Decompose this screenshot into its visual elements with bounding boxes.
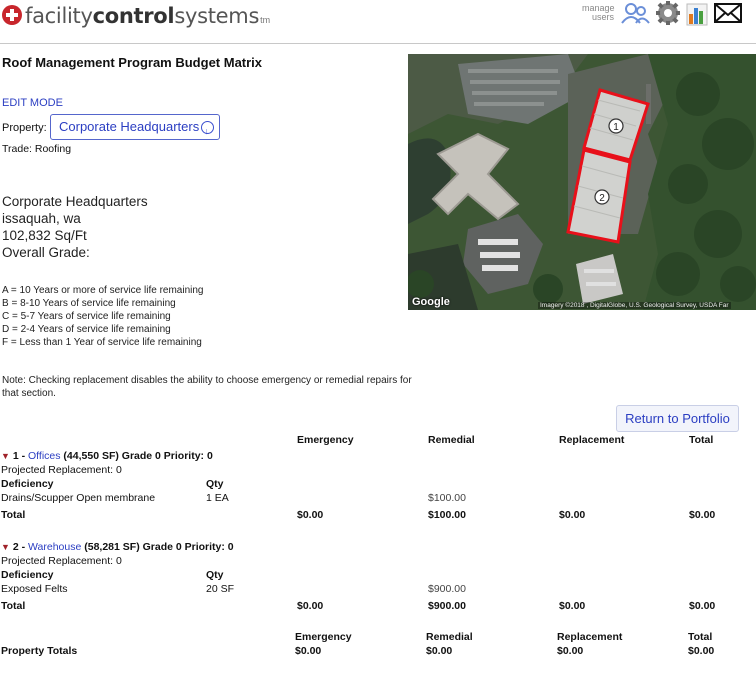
section-marker-1[interactable] bbox=[608, 118, 624, 134]
settings-gear-icon[interactable] bbox=[656, 1, 680, 25]
remedial-cost: $100.00 bbox=[428, 492, 466, 504]
total-replacement: $0.00 bbox=[559, 600, 586, 612]
grade-legend-item: C = 5-7 Years of service life remaining bbox=[2, 311, 171, 322]
trade-label: Trade: Roofing bbox=[2, 143, 72, 155]
collapse-triangle-icon[interactable]: ▼ bbox=[1, 451, 10, 461]
col-header-remedial: Remedial bbox=[428, 434, 475, 446]
qty-header: Qty bbox=[206, 569, 224, 581]
total-remedial: $900.00 bbox=[428, 600, 466, 612]
section-total-label: Total bbox=[1, 509, 26, 521]
col-header-replacement: Replacement bbox=[559, 434, 625, 446]
page-title: Roof Management Program Budget Matrix bbox=[2, 55, 263, 70]
logo-text: facilitycontrolsystems bbox=[25, 4, 260, 28]
deficiency-name: Drains/Scupper Open membrane bbox=[1, 492, 156, 504]
app-header: facilitycontrolsystems tm manage users bbox=[0, 0, 756, 44]
property-totals-header-emergency: Emergency bbox=[295, 631, 352, 643]
qty-header: Qty bbox=[206, 478, 224, 490]
grade-legend-item: F = Less than 1 Year of service life rem… bbox=[2, 337, 202, 348]
fcs-logo[interactable]: facilitycontrolsystems tm bbox=[2, 3, 270, 28]
total-emergency: $0.00 bbox=[297, 600, 324, 612]
section-marker-2[interactable] bbox=[594, 189, 610, 205]
collapse-triangle-icon[interactable]: ▼ bbox=[1, 542, 10, 552]
deficiency-name: Exposed Felts bbox=[1, 583, 68, 595]
col-header-emergency: Emergency bbox=[297, 434, 354, 446]
property-total-replacement: $0.00 bbox=[557, 645, 584, 657]
grade-legend-item: D = 2-4 Years of service life remaining bbox=[2, 324, 171, 335]
total-remedial: $100.00 bbox=[428, 509, 466, 521]
section-link-offices[interactable]: Offices bbox=[28, 450, 60, 462]
manage-users-icon[interactable] bbox=[620, 1, 650, 25]
property-location: issaquah, wa bbox=[2, 211, 81, 226]
header-icons: manage users bbox=[582, 0, 742, 26]
grade-legend: A = 10 Years or more of service life rem… bbox=[2, 284, 204, 349]
map-attribution: Imagery ©2018 , DigitalGlobe, U.S. Geolo… bbox=[538, 302, 731, 309]
property-select-value: Corporate Headquarters bbox=[59, 119, 200, 134]
grade-legend-item: A = 10 Years or more of service life rem… bbox=[2, 285, 204, 296]
dropdown-arrow-icon bbox=[201, 119, 214, 143]
reports-chart-icon[interactable] bbox=[686, 0, 708, 26]
total-emergency: $0.00 bbox=[297, 509, 324, 521]
col-header-total: Total bbox=[689, 434, 714, 446]
edit-mode-link[interactable]: EDIT MODE bbox=[2, 97, 63, 109]
section-row-warehouse[interactable]: ▼ 2 - Warehouse (58,281 SF) Grade 0 Prio… bbox=[1, 541, 234, 553]
property-info: Corporate Headquarters issaquah, wa 102,… bbox=[2, 193, 148, 261]
remedial-cost: $900.00 bbox=[428, 583, 466, 595]
property-label: Property: bbox=[2, 122, 47, 134]
logo-trademark: tm bbox=[260, 15, 271, 25]
projected-replacement: Projected Replacement: 0 bbox=[1, 464, 122, 476]
replacement-note: Note: Checking replacement disables the … bbox=[2, 375, 412, 399]
deficiency-header: Deficiency bbox=[1, 478, 54, 490]
property-total-remedial: $0.00 bbox=[426, 645, 453, 657]
deficiency-qty: 20 SF bbox=[206, 583, 235, 595]
google-logo: Google bbox=[412, 296, 450, 308]
manage-users-label[interactable]: manage users bbox=[582, 4, 615, 22]
return-to-portfolio-button[interactable]: Return to Portfolio bbox=[616, 405, 739, 432]
satellite-imagery bbox=[408, 54, 756, 310]
section-link-warehouse[interactable]: Warehouse bbox=[28, 541, 81, 553]
property-total-total: $0.00 bbox=[688, 645, 715, 657]
overall-grade: Overall Grade: bbox=[2, 245, 90, 260]
property-total-emergency: $0.00 bbox=[295, 645, 322, 657]
red-cross-icon bbox=[2, 5, 22, 25]
grade-legend-item: B = 8-10 Years of service life remaining bbox=[2, 298, 176, 309]
property-totals-header-remedial: Remedial bbox=[426, 631, 473, 643]
section-row-offices[interactable]: ▼ 1 - Offices (44,550 SF) Grade 0 Priori… bbox=[1, 450, 213, 462]
property-name: Corporate Headquarters bbox=[2, 194, 148, 209]
deficiency-qty: 1 EA bbox=[206, 492, 229, 504]
total-total: $0.00 bbox=[689, 600, 716, 612]
section-total-label: Total bbox=[1, 600, 26, 612]
property-totals-label: Property Totals bbox=[1, 645, 78, 657]
satellite-map[interactable]: 1 2 Google Imagery ©2018 , DigitalGlobe,… bbox=[408, 54, 756, 310]
property-totals-header-total: Total bbox=[688, 631, 713, 643]
projected-replacement: Projected Replacement: 0 bbox=[1, 555, 122, 567]
property-select[interactable]: Corporate Headquarters bbox=[50, 114, 220, 143]
deficiency-header: Deficiency bbox=[1, 569, 54, 581]
property-totals-header-replacement: Replacement bbox=[557, 631, 623, 643]
property-area: 102,832 Sq/Ft bbox=[2, 228, 87, 243]
total-replacement: $0.00 bbox=[559, 509, 586, 521]
total-total: $0.00 bbox=[689, 509, 716, 521]
mail-envelope-icon[interactable] bbox=[714, 2, 742, 24]
